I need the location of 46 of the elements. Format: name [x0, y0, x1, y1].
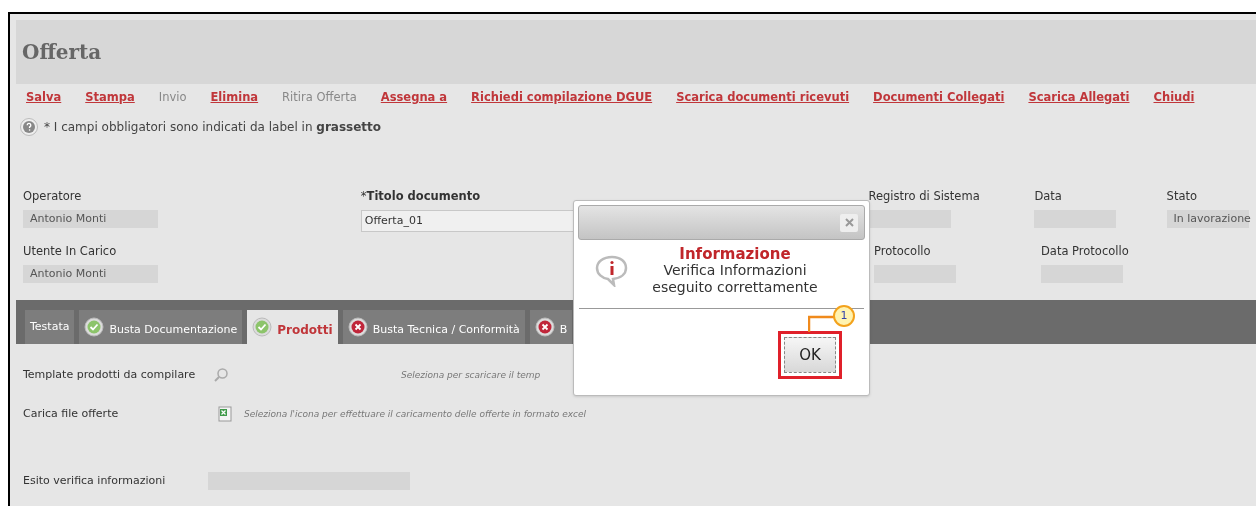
toolbar-link[interactable]: Assegna a [380, 89, 448, 107]
toolbar-link[interactable]: Chiudi [1153, 89, 1195, 107]
help-icon[interactable] [20, 118, 38, 137]
check-icon [84, 317, 105, 338]
row-label: Template prodotti da compilare [23, 367, 197, 383]
field-label: Utente In Carico [23, 243, 117, 260]
tab[interactable]: Busta Documentazione [79, 310, 243, 345]
tab[interactable]: Prodotti [247, 310, 338, 345]
toolbar-link[interactable]: Stampa [85, 89, 135, 107]
spreadsheet-icon[interactable] [218, 406, 232, 423]
required-note: * I campi obbligatori sono indicati da label in grassetto [44, 119, 382, 137]
close-icon [844, 218, 854, 227]
field-label: Data [1034, 188, 1062, 205]
field-label: Stato [1166, 188, 1197, 205]
hint-text: Seleziona per scaricare il temp [401, 368, 541, 382]
field-label: Protocollo [874, 243, 931, 260]
dialog-message: Verifica Informazioni eseguito correttamente [651, 262, 819, 296]
callout-badge: 1 [833, 305, 855, 327]
toolbar-link[interactable]: Scarica documenti ricevuti [676, 89, 850, 107]
error-icon [347, 317, 368, 338]
field-label: *Titolo documento [360, 188, 481, 205]
toolbar-link[interactable]: Elimina [210, 89, 259, 107]
tab[interactable]: B [529, 310, 573, 345]
ok-button[interactable]: OK [784, 337, 836, 373]
toolbar-link[interactable]: Salva [26, 89, 62, 107]
row-label: Carica file offerte [23, 406, 120, 422]
readonly-field: Antonio Monti [23, 210, 158, 229]
hint-text: Seleziona l'icona per effettuare il caricamento delle offerte in formato excel [244, 407, 587, 421]
search-icon[interactable] [213, 367, 229, 384]
readonly-field: Antonio Monti [23, 265, 158, 284]
tab[interactable]: Testata [25, 310, 75, 345]
toolbar-link[interactable]: Richiedi compilazione DGUE [471, 89, 653, 107]
field-label: Registro di Sistema [868, 188, 980, 205]
page-title: Offerta [22, 39, 102, 66]
field-label: Operatore [23, 188, 82, 205]
dialog-heading: Informazione [679, 246, 791, 262]
info-icon [594, 255, 630, 287]
toolbar-link[interactable]: Scarica Allegati [1028, 89, 1130, 107]
field-label: Data Protocollo [1041, 243, 1129, 260]
close-button[interactable] [840, 213, 858, 232]
check-icon [252, 317, 273, 338]
tab[interactable]: Busta Tecnica / Conformità [342, 310, 525, 345]
toolbar-link[interactable]: Documenti Collegati [873, 89, 1005, 107]
row-label: Esito verifica informazioni [23, 473, 167, 489]
readonly-field: In lavorazione [1166, 210, 1249, 229]
error-icon [534, 317, 555, 338]
